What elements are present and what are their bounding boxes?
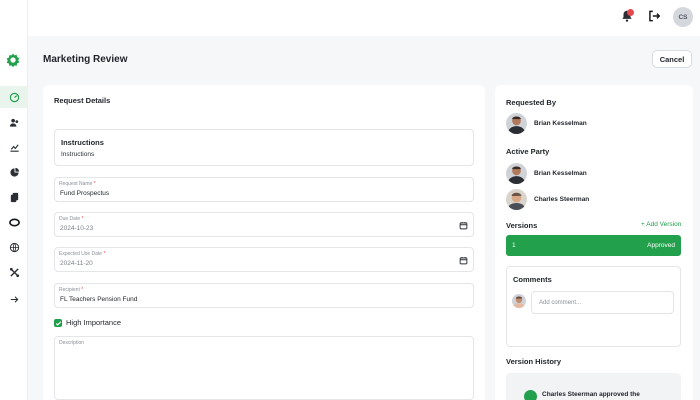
required-mark: *: [81, 216, 84, 222]
page-title: Marketing Review: [43, 54, 128, 65]
version-history-title: Version History: [506, 357, 562, 366]
version-number: 1: [512, 242, 516, 249]
dashboard-icon: [9, 92, 19, 102]
high-importance-checkbox[interactable]: [54, 319, 62, 327]
cancel-button[interactable]: Cancel: [652, 50, 692, 68]
topbar: [28, 0, 700, 36]
sidebar-item-global[interactable]: [0, 236, 28, 258]
description-label: Description: [59, 340, 85, 346]
sidebar-item-reviews[interactable]: [0, 211, 28, 233]
avatar: [512, 294, 526, 308]
version-row[interactable]: 1 Approved: [506, 235, 681, 256]
required-mark: *: [103, 251, 106, 257]
calendar-icon[interactable]: [459, 221, 468, 230]
due-date-value: 2024-10-23: [60, 225, 94, 232]
sidebar-item-users[interactable]: [0, 111, 28, 133]
active-party-person: Charles Steerman: [506, 189, 589, 210]
avatar: [506, 163, 527, 184]
instructions-box: Instructions Instructions: [54, 129, 474, 166]
version-status: Approved: [647, 242, 675, 249]
history-status-dot: [524, 390, 537, 400]
check-icon: [55, 320, 61, 326]
add-version-link[interactable]: + Add Version: [641, 221, 681, 228]
documents-icon: [10, 192, 18, 202]
request-details-title: Request Details: [54, 96, 111, 105]
globe-icon: [9, 242, 19, 252]
tools-icon: [9, 267, 19, 277]
sidebar: [0, 0, 28, 400]
sidebar-item-reports[interactable]: [0, 161, 28, 183]
notification-badge: [627, 9, 634, 16]
arrow-right-icon: [10, 295, 18, 303]
sidebar-item-analytics[interactable]: [0, 136, 28, 158]
recipient-value: FL Teachers Pension Fund: [60, 296, 138, 303]
sidebar-item-tools[interactable]: [0, 261, 28, 283]
request-name-field[interactable]: Request Name * Fund Prospectus: [54, 177, 474, 202]
comments-title: Comments: [513, 275, 552, 284]
expected-use-date-label: Expected Use Date: [59, 251, 103, 257]
expected-use-date-value: 2024-11-20: [60, 260, 93, 267]
logout-icon[interactable]: [647, 9, 661, 23]
due-date-label: Due Date: [59, 216, 81, 222]
active-party-name: Brian Kesselman: [534, 170, 587, 177]
users-icon: [9, 118, 18, 127]
request-name-label: Request Name: [59, 181, 93, 187]
recipient-field[interactable]: Recipient * FL Teachers Pension Fund: [54, 283, 474, 308]
recipient-label: Recipient: [59, 287, 80, 293]
calendar-icon[interactable]: [459, 256, 468, 265]
user-avatar[interactable]: CS: [673, 7, 693, 27]
versions-title: Versions: [506, 221, 538, 230]
request-name-value: Fund Prospectus: [60, 190, 110, 197]
avatar: [506, 189, 527, 210]
active-party-person: Brian Kesselman: [506, 163, 587, 184]
active-party-title: Active Party: [506, 147, 550, 156]
instructions-title: Instructions: [61, 138, 104, 147]
chart-icon: [9, 143, 19, 152]
pie-icon: [9, 167, 19, 177]
ring-icon: [8, 217, 20, 227]
due-date-field[interactable]: Due Date * 2024-10-23: [54, 212, 474, 237]
sidebar-item-documents[interactable]: [0, 186, 28, 208]
sidebar-expand[interactable]: [0, 288, 28, 310]
requested-by-title: Requested By: [506, 98, 557, 107]
expected-use-date-field[interactable]: Expected Use Date * 2024-11-20: [54, 247, 474, 272]
required-mark: *: [93, 181, 96, 187]
gear-logo-icon[interactable]: [5, 52, 21, 68]
requested-by-name: Brian Kesselman: [534, 120, 587, 127]
instructions-text: Instructions: [61, 151, 95, 158]
active-party-name: Charles Steerman: [534, 196, 590, 203]
high-importance-label: High Importance: [66, 318, 122, 327]
comment-input[interactable]: Add comment...: [531, 291, 674, 314]
sidebar-item-dashboard[interactable]: [0, 86, 28, 108]
required-mark: *: [81, 287, 84, 293]
description-field[interactable]: Description: [54, 336, 474, 400]
requested-by-person: Brian Kesselman: [506, 113, 587, 134]
avatar: [506, 113, 527, 134]
history-entry-text: Charles Steerman approved the: [542, 391, 640, 398]
